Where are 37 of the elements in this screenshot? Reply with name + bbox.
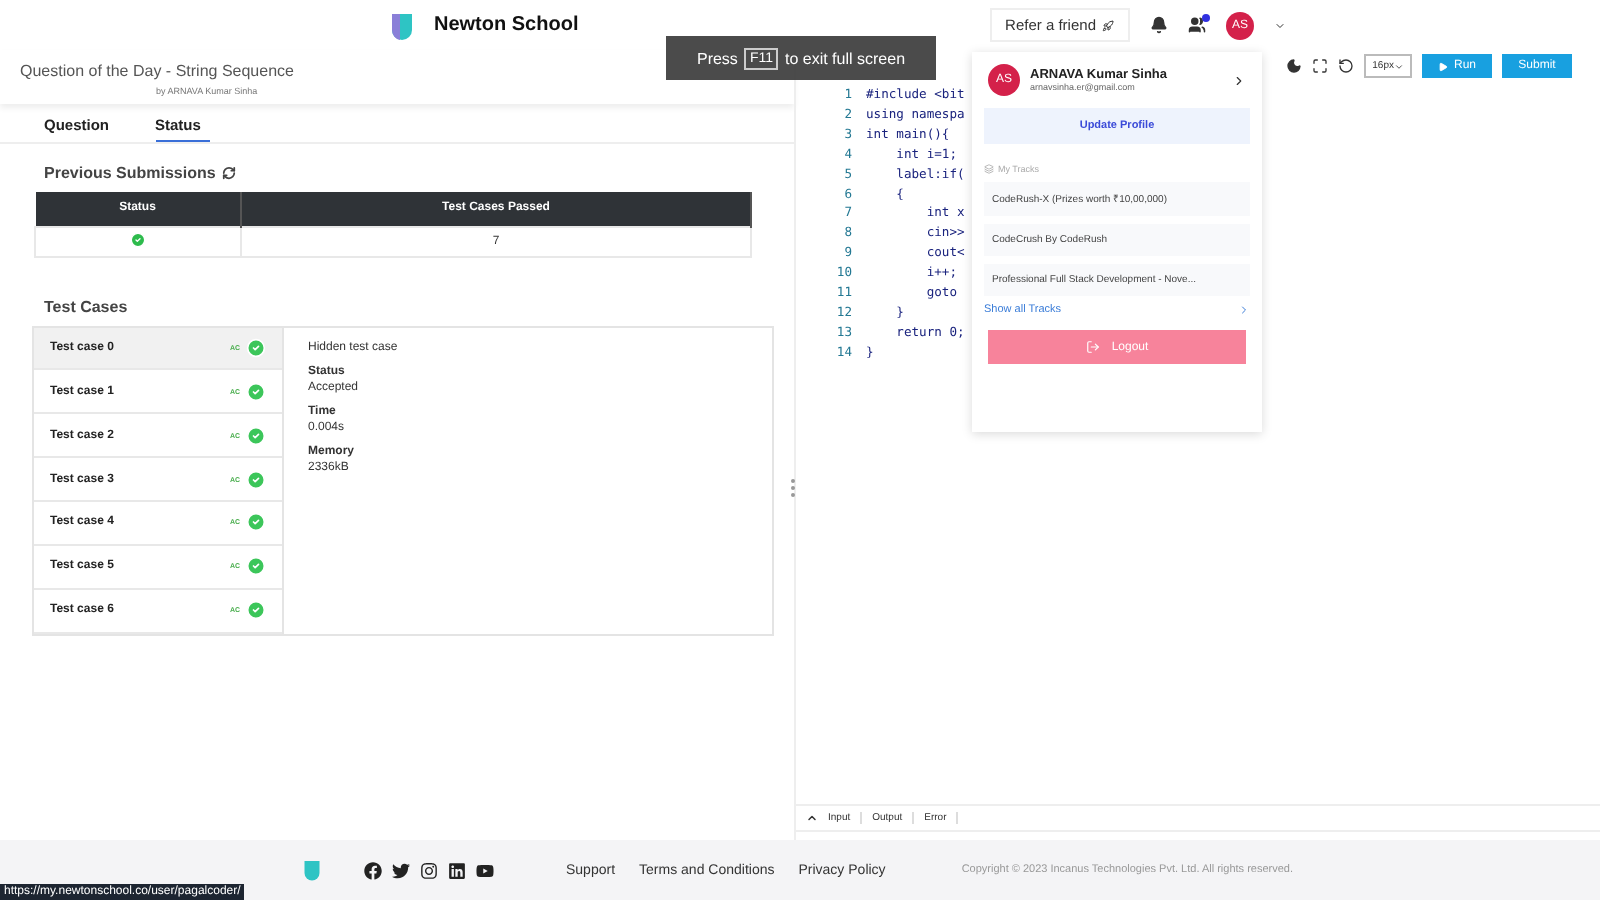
facebook-icon[interactable]	[364, 861, 382, 879]
check-icon	[246, 469, 266, 489]
instagram-icon[interactable]	[420, 861, 438, 879]
expand-icon[interactable]	[806, 812, 818, 824]
twitter-icon[interactable]	[392, 861, 410, 879]
brand-name: Newton School	[434, 14, 579, 36]
play-icon	[1437, 61, 1448, 71]
check-icon	[246, 425, 266, 446]
drag-handle-icon[interactable]	[790, 478, 796, 498]
rocket-icon	[1102, 19, 1114, 31]
caret-icon	[1394, 61, 1404, 71]
logo-icon	[300, 858, 324, 882]
people-icon[interactable]	[1188, 16, 1206, 34]
section-heading: Test Cases	[44, 297, 128, 315]
chevron-icon	[1238, 304, 1250, 316]
linkedin-icon[interactable]	[448, 861, 466, 879]
chevron-icon[interactable]	[1232, 73, 1246, 87]
fullscreen-icon[interactable]	[1312, 58, 1329, 74]
check-icon	[246, 556, 266, 577]
refresh-icon[interactable]	[221, 166, 236, 180]
check-icon	[246, 381, 266, 402]
check-icon	[246, 337, 266, 358]
logo-icon	[386, 9, 418, 41]
section-heading: Previous Submissions	[44, 164, 216, 182]
toast-text: Press	[696, 49, 738, 67]
youtube-icon[interactable]	[476, 861, 494, 879]
caret-icon[interactable]	[1274, 19, 1286, 31]
layers-icon	[984, 164, 994, 174]
toast-text: to exit full screen	[784, 49, 906, 67]
question-title: Question of the Day - String Sequence	[20, 62, 296, 80]
check-icon	[246, 600, 266, 621]
logout-icon	[1085, 340, 1100, 354]
moon-icon[interactable]	[1286, 58, 1303, 74]
check-icon	[246, 512, 266, 533]
reset-icon[interactable]	[1338, 58, 1355, 74]
check-icon	[130, 231, 146, 247]
bell-icon[interactable]	[1150, 16, 1168, 34]
